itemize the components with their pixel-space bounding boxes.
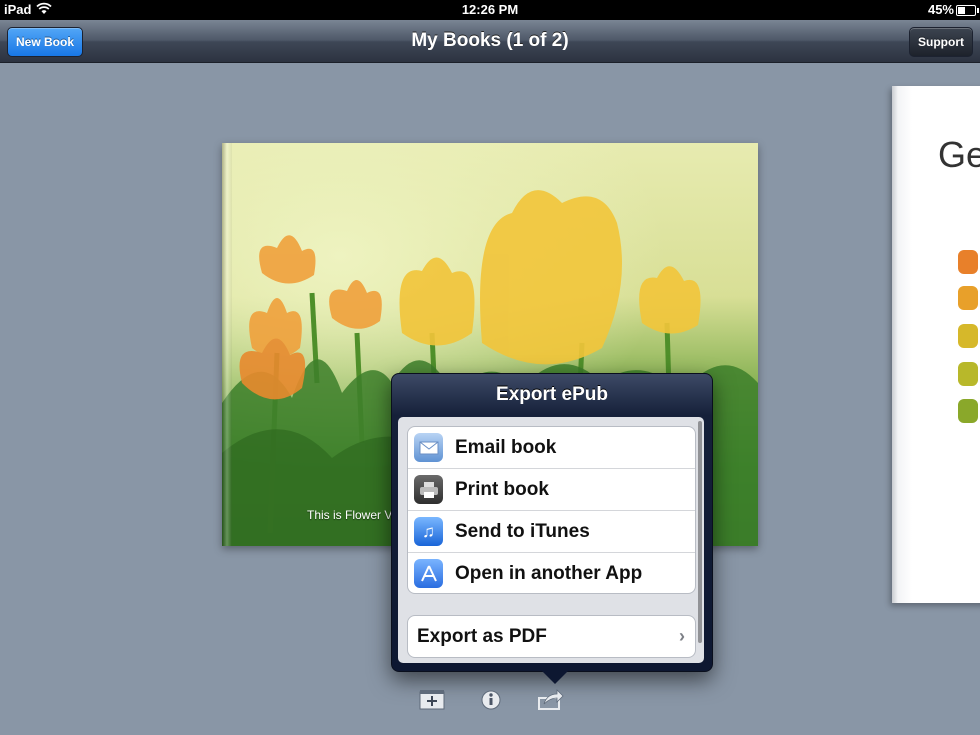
book-caption: This is Flower V [307, 508, 393, 522]
page-title: My Books (1 of 2) [411, 30, 569, 51]
open-in-another-app-label: Open in another App [455, 562, 643, 584]
popover-scrollbar[interactable] [698, 421, 702, 643]
export-as-pdf-item[interactable]: Export as PDF › [408, 616, 695, 657]
popover-title: Export ePub [496, 384, 608, 405]
navigation-bar: New Book My Books (1 of 2) Support [0, 20, 980, 63]
popover-content: Email book Print book ♫ Send to iTunes O… [398, 417, 704, 663]
battery-percentage: 45% [927, 2, 954, 17]
status-bar: iPad 12:26 PM 45% [0, 0, 980, 20]
info-icon[interactable] [476, 686, 506, 714]
bar-decoration [958, 250, 978, 274]
clock: 12:26 PM [461, 2, 519, 17]
email-book-label: Email book [455, 436, 557, 458]
add-page-icon[interactable] [417, 686, 447, 714]
book-spine [222, 143, 232, 546]
bottom-toolbar [0, 686, 980, 716]
share-icon[interactable] [535, 686, 565, 714]
open-in-another-app-item[interactable]: Open in another App [408, 553, 695, 593]
export-as-pdf-group: Export as PDF › [407, 615, 696, 658]
second-book-heading: Ge [938, 134, 980, 175]
send-to-itunes-label: Send to iTunes [455, 520, 590, 542]
bar-decoration [958, 362, 978, 386]
print-book-item[interactable]: Print book [408, 469, 695, 511]
print-book-label: Print book [455, 478, 549, 500]
battery-icon [956, 5, 979, 16]
app-store-icon [414, 559, 443, 588]
second-book-cover[interactable]: Ge [892, 86, 980, 603]
music-note-icon: ♫ [414, 517, 443, 546]
popover-arrow [541, 670, 569, 684]
export-options-list: Email book Print book ♫ Send to iTunes O… [407, 426, 696, 594]
printer-icon [414, 475, 443, 504]
bar-decoration [958, 399, 978, 423]
export-popover: Export ePub Email book Print book ♫ Send… [391, 373, 713, 684]
bar-decoration [958, 286, 978, 310]
email-book-item[interactable]: Email book [408, 427, 695, 469]
send-to-itunes-item[interactable]: ♫ Send to iTunes [408, 511, 695, 553]
chevron-right-icon: › [679, 626, 685, 646]
mail-icon [414, 433, 443, 462]
export-as-pdf-label: Export as PDF [417, 625, 547, 647]
support-button[interactable]: Support [909, 27, 973, 57]
bar-decoration [958, 324, 978, 348]
